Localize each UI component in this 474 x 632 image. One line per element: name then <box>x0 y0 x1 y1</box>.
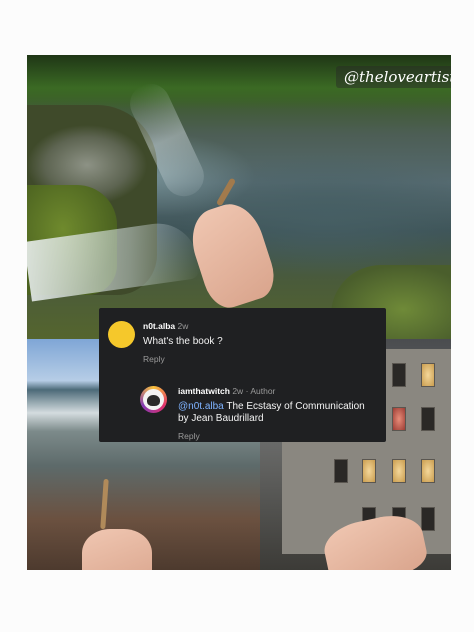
window <box>334 459 348 483</box>
meta-separator: · <box>245 386 249 396</box>
window <box>421 459 435 483</box>
reply-button[interactable]: Reply <box>143 354 223 364</box>
comment-text-line1: The Ecstasy of Communication <box>226 401 365 412</box>
comment-body: iamthatwitch 2w · Author @n0t.alba The E… <box>178 386 365 441</box>
hand <box>82 529 152 570</box>
watermark-text: @theloveartist <box>336 66 451 88</box>
joint <box>215 177 237 207</box>
reply-button[interactable]: Reply <box>178 431 365 441</box>
profile-photo-icon <box>143 389 164 410</box>
comment-meta: iamthatwitch 2w · Author <box>178 386 365 397</box>
comment-text: @n0t.alba The Ecstasy of Communication b… <box>178 401 365 425</box>
avatar[interactable] <box>140 386 167 413</box>
window <box>392 363 406 387</box>
creek-photo: @theloveartist <box>27 55 451 339</box>
hand <box>183 196 281 314</box>
comment-thread-card: n0t.alba 2w What's the book ? Reply iamt… <box>99 308 386 442</box>
comment-text-line2: by Jean Baudrillard <box>178 413 264 424</box>
comment-text: What's the book ? <box>143 336 223 347</box>
window <box>392 459 406 483</box>
window <box>421 363 435 387</box>
mention-link[interactable]: @n0t.alba <box>178 401 224 412</box>
window <box>421 407 435 431</box>
comment-meta: n0t.alba 2w <box>143 321 223 332</box>
window <box>362 459 376 483</box>
username[interactable]: iamthatwitch <box>178 386 230 396</box>
timestamp: 2w <box>177 321 189 331</box>
window <box>392 407 406 431</box>
avatar[interactable] <box>108 321 135 348</box>
author-badge: Author <box>250 386 276 396</box>
timestamp: 2w <box>232 386 244 396</box>
comment-body: n0t.alba 2w What's the book ? Reply <box>143 321 223 364</box>
window <box>421 507 435 531</box>
username[interactable]: n0t.alba <box>143 321 175 331</box>
joint <box>100 478 109 530</box>
